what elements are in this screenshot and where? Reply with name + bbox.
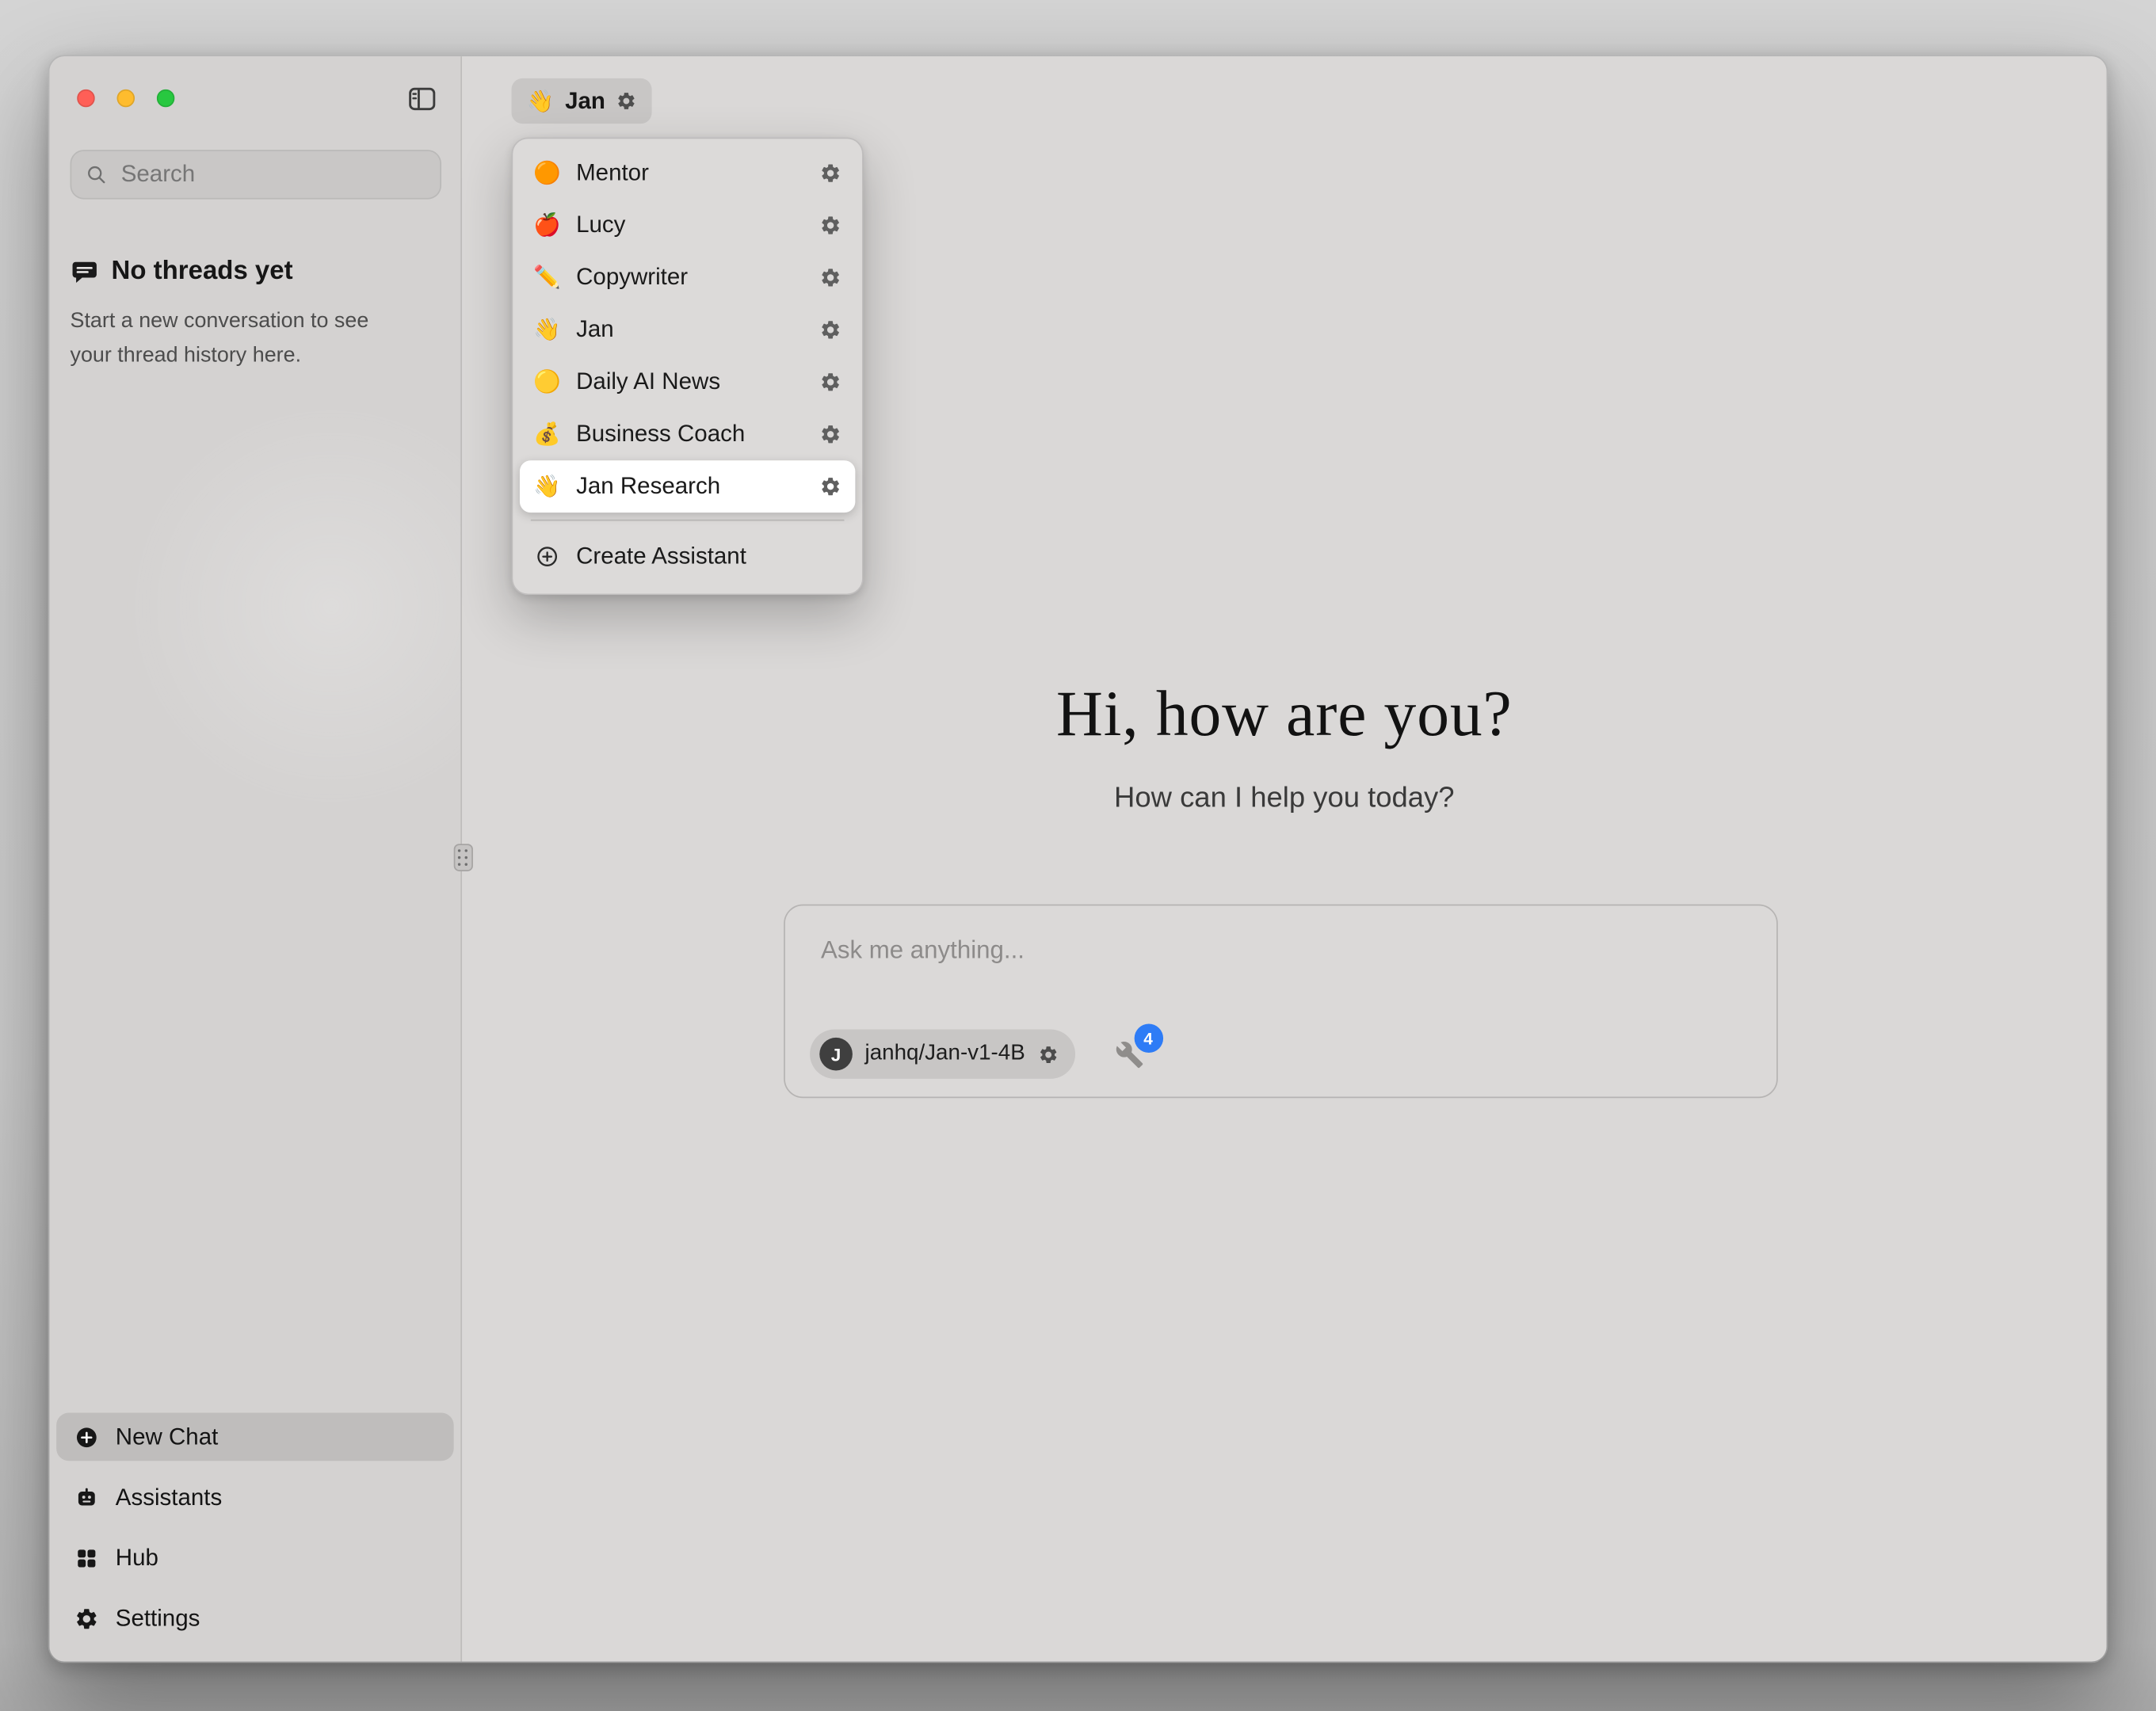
composer-toolbar: J janhq/Jan-v1-4B 4	[810, 1029, 1146, 1078]
assistant-name: Jan	[565, 87, 605, 115]
sidebar-item-label: Assistants	[116, 1484, 222, 1511]
menu-item-business-coach[interactable]: 💰 Business Coach	[520, 408, 855, 460]
sidebar-item-label: Hub	[116, 1544, 158, 1572]
assistant-menu: 🟠 Mentor 🍎 Lucy ✏️ Copywriter 👋 Jan	[512, 137, 864, 595]
menu-item-label: Copywriter	[576, 264, 799, 292]
zoom-button[interactable]	[157, 90, 175, 108]
assistant-icon	[73, 1484, 101, 1511]
sidebar-item-label: New Chat	[116, 1423, 219, 1451]
menu-item-label: Business Coach	[576, 421, 799, 448]
menu-item-label: Lucy	[576, 211, 799, 239]
greeting: Hi, how are you? How can I help you toda…	[462, 677, 2106, 814]
close-button[interactable]	[77, 90, 95, 108]
gear-icon[interactable]	[813, 312, 849, 348]
menu-item-label: Jan	[576, 316, 799, 344]
gear-icon[interactable]	[813, 155, 849, 191]
tools-count-badge: 4	[1134, 1024, 1162, 1053]
chat-composer: J janhq/Jan-v1-4B 4	[784, 905, 1778, 1099]
chat-bubble-icon	[71, 257, 99, 286]
gear-icon[interactable]	[813, 208, 849, 243]
assistant-selector[interactable]: 👋 Jan	[512, 78, 652, 124]
greeting-subtitle: How can I help you today?	[462, 782, 2106, 815]
gear-icon[interactable]	[813, 417, 849, 452]
tools-button[interactable]: 4	[1113, 1038, 1147, 1071]
gear-icon[interactable]	[813, 469, 849, 505]
pencil-icon: ✏️	[532, 264, 563, 292]
apple-icon: 🍎	[532, 211, 563, 239]
menu-item-jan[interactable]: 👋 Jan	[520, 303, 855, 356]
menu-item-label: Mentor	[576, 159, 799, 187]
gear-icon	[73, 1605, 101, 1633]
create-assistant-button[interactable]: Create Assistant	[520, 528, 855, 585]
desktop: No threads yet Start a new conversation …	[0, 0, 2156, 1711]
window-controls	[77, 90, 174, 108]
grip-dots-icon	[458, 848, 469, 867]
model-avatar: J	[819, 1038, 853, 1071]
money-bag-icon: 💰	[532, 421, 563, 448]
minimize-button[interactable]	[117, 90, 135, 108]
search-field	[71, 150, 442, 199]
greeting-title: Hi, how are you?	[462, 677, 2106, 752]
menu-item-label: Jan Research	[576, 473, 799, 501]
model-name: janhq/Jan-v1-4B	[865, 1042, 1025, 1066]
menu-item-copywriter[interactable]: ✏️ Copywriter	[520, 251, 855, 303]
app-window: No threads yet Start a new conversation …	[48, 55, 2108, 1663]
assistant-emoji-icon: 👋	[527, 87, 555, 115]
sidebar-nav: New Chat Assistants	[56, 1413, 454, 1643]
model-selector[interactable]: J janhq/Jan-v1-4B	[810, 1029, 1074, 1078]
chat-input[interactable]	[819, 933, 1726, 1013]
sidebar-item-label: Settings	[116, 1605, 200, 1633]
menu-item-label: Daily AI News	[576, 368, 799, 396]
menu-item-lucy[interactable]: 🍎 Lucy	[520, 200, 855, 252]
menu-divider	[531, 520, 845, 521]
menu-item-mentor[interactable]: 🟠 Mentor	[520, 147, 855, 200]
search-icon	[86, 163, 108, 185]
plus-circle-outline-icon	[532, 544, 563, 569]
sidebar: No threads yet Start a new conversation …	[49, 56, 462, 1661]
empty-state: No threads yet Start a new conversation …	[71, 257, 428, 373]
sidebar-item-settings[interactable]: Settings	[56, 1595, 454, 1643]
sidebar-toggle-icon[interactable]	[406, 82, 439, 116]
search-input[interactable]	[118, 159, 426, 189]
menu-item-jan-research[interactable]: 👋 Jan Research	[520, 460, 855, 513]
waving-hand-icon: 👋	[532, 316, 563, 344]
gear-icon[interactable]	[813, 260, 849, 295]
empty-state-title: No threads yet	[112, 257, 293, 287]
sidebar-resize-handle[interactable]	[454, 844, 473, 871]
sidebar-item-hub[interactable]: Hub	[56, 1534, 454, 1582]
waving-hand-icon: 👋	[532, 473, 563, 501]
create-assistant-label: Create Assistant	[576, 543, 746, 570]
orange-circle-icon: 🟠	[532, 159, 563, 187]
yellow-circle-icon: 🟡	[532, 368, 563, 396]
model-settings-icon[interactable]	[1037, 1044, 1058, 1065]
grid-icon	[73, 1544, 101, 1572]
gear-icon[interactable]	[813, 364, 849, 400]
menu-item-daily-ai-news[interactable]: 🟡 Daily AI News	[520, 356, 855, 408]
sidebar-item-assistants[interactable]: Assistants	[56, 1473, 454, 1522]
plus-circle-icon	[73, 1423, 101, 1451]
main-panel: 👋 Jan 🟠 Mentor 🍎 Lucy	[462, 56, 2106, 1661]
sidebar-item-new-chat[interactable]: New Chat	[56, 1413, 454, 1461]
assistant-settings-icon[interactable]	[616, 91, 637, 112]
empty-state-description: Start a new conversation to see your thr…	[71, 305, 414, 373]
